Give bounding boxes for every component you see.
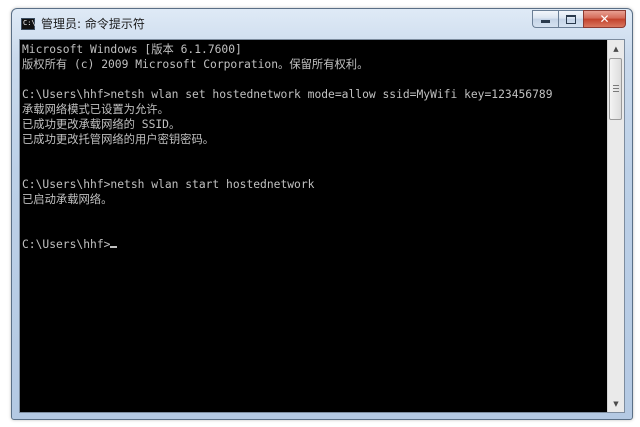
text-cursor (110, 246, 118, 248)
console-line: 已成功更改托管网络的用户密钥密码。 (22, 133, 215, 146)
scroll-up-button[interactable]: ▲ (608, 40, 624, 57)
grip-line (613, 88, 619, 89)
close-button[interactable]: ✕ (583, 10, 626, 28)
console-prompt: C:\Users\hhf> (22, 238, 111, 251)
maximize-button[interactable] (558, 10, 583, 28)
minimize-icon (541, 20, 550, 23)
console-line: Microsoft Windows [版本 6.1.7600] (22, 43, 242, 56)
maximize-icon (566, 14, 576, 24)
console-line: 已成功更改承载网络的 SSID。 (22, 118, 181, 131)
arrow-down-icon: ▼ (613, 399, 619, 408)
console-area[interactable]: Microsoft Windows [版本 6.1.7600] 版权所有 (c)… (19, 39, 625, 413)
console-line: C:\Users\hhf>netsh wlan start hostednetw… (22, 178, 315, 191)
cmd-icon-text: C:\ (23, 19, 36, 27)
console-line: 已启动承载网络。 (22, 193, 113, 206)
cmd-icon[interactable]: C:\ (21, 18, 36, 30)
vertical-scrollbar[interactable]: ▲ ▼ (607, 40, 624, 412)
console-line: 承载网络模式已设置为允许。 (22, 103, 169, 116)
console-prompt-line[interactable]: C:\Users\hhf> (22, 237, 608, 252)
grip-line (613, 85, 619, 86)
window-title: 管理员: 命令提示符 (41, 17, 145, 31)
arrow-up-icon: ▲ (613, 44, 619, 53)
close-icon: ✕ (599, 12, 610, 26)
console-line: 版权所有 (c) 2009 Microsoft Corporation。保留所有… (22, 58, 369, 71)
scroll-down-button[interactable]: ▼ (608, 395, 624, 412)
scroll-thumb[interactable] (609, 58, 622, 120)
minimize-button[interactable] (532, 10, 558, 28)
caption-buttons: ✕ (532, 10, 626, 29)
title-bar[interactable]: C:\ 管理员: 命令提示符 ✕ (12, 9, 632, 37)
console-line: C:\Users\hhf>netsh wlan set hostednetwor… (22, 88, 553, 101)
command-prompt-window: C:\ 管理员: 命令提示符 ✕ Microsoft Windows [版本 6… (11, 8, 633, 420)
console-output[interactable]: Microsoft Windows [版本 6.1.7600] 版权所有 (c)… (20, 40, 608, 412)
grip-line (613, 91, 619, 92)
